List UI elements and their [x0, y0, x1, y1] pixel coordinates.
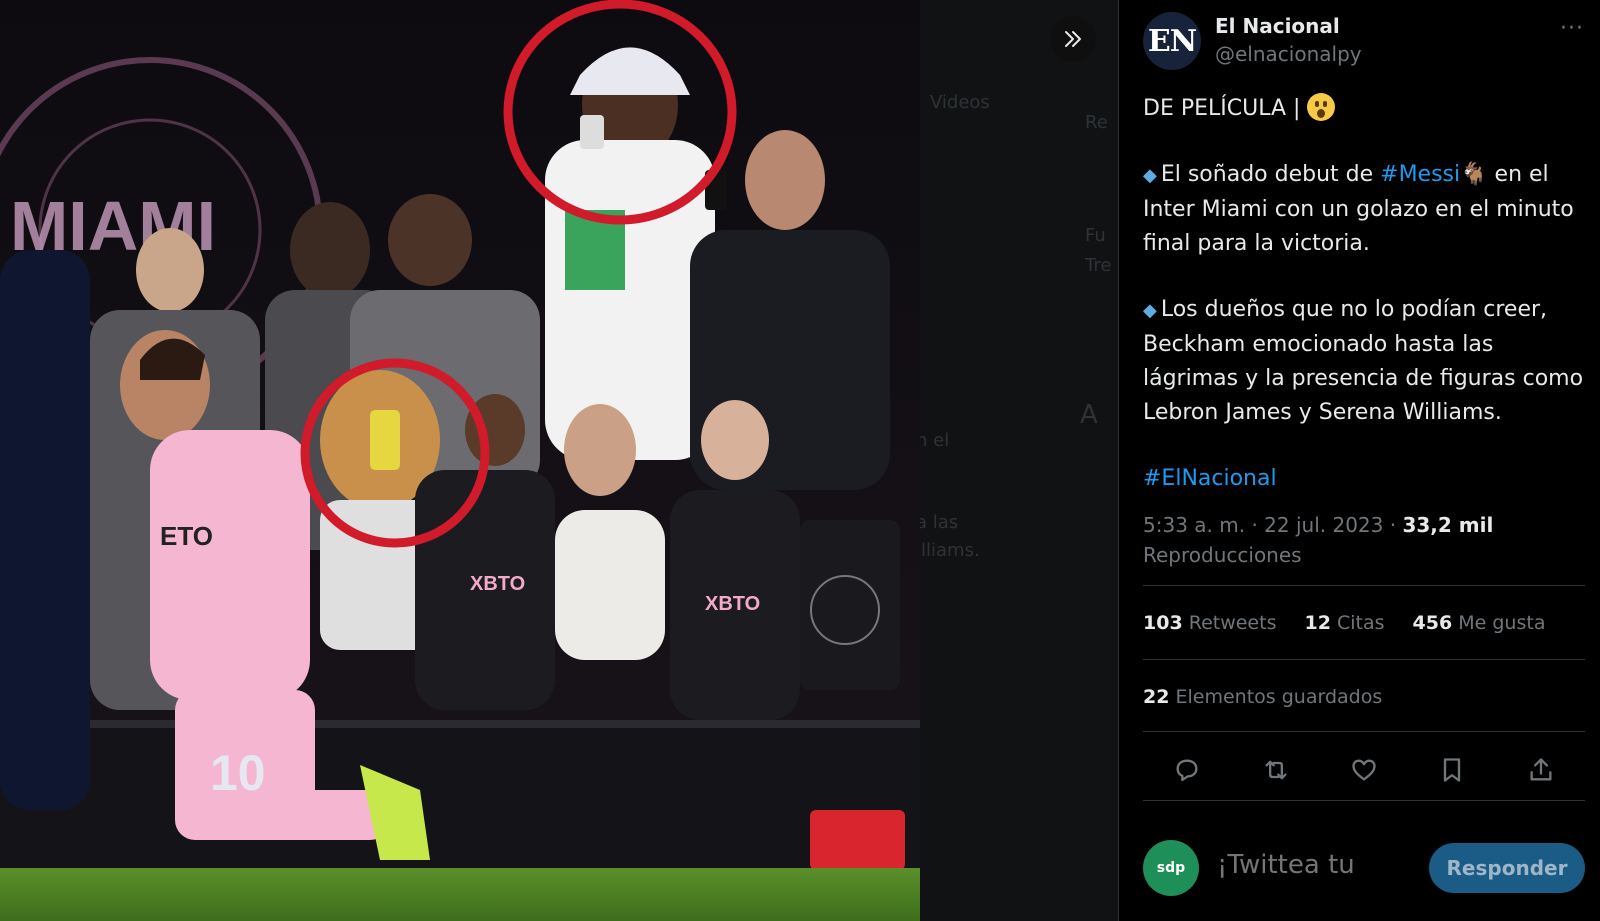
- divider: [1143, 659, 1585, 660]
- svg-text:XBTO: XBTO: [705, 593, 760, 615]
- current-user-avatar[interactable]: sdp: [1143, 840, 1199, 896]
- likes-stat[interactable]: 456 Me gusta: [1413, 612, 1546, 634]
- stadium-photo-illustration: MIAMI XBTO XBTO ETO 10: [0, 0, 920, 921]
- background-timeline-dimmed: Videos n el a las illiams. Fu Re Tre A: [920, 0, 1118, 921]
- like-button[interactable]: [1346, 752, 1382, 788]
- double-chevron-right-icon: [1065, 31, 1081, 47]
- quotes-label: Citas: [1336, 612, 1385, 634]
- ghost-text: Fu: [1085, 225, 1106, 246]
- like-icon: [1352, 759, 1376, 781]
- paragraph-2-text: Los dueños que no lo podían creer, Beckh…: [1143, 297, 1584, 425]
- saved-label: Elementos guardados: [1175, 686, 1383, 708]
- surprised-face-emoji-icon: [1307, 93, 1336, 121]
- collapse-panel-button[interactable]: [1050, 16, 1096, 62]
- reply-button[interactable]: [1169, 752, 1205, 788]
- saved-count: 22: [1143, 686, 1170, 708]
- ghost-text: A: [1080, 400, 1098, 430]
- svg-text:ETO: ETO: [160, 521, 213, 551]
- tweet-detail-panel: EN El Nacional @elnacionalpy ··· DE PELÍ…: [1118, 0, 1600, 921]
- tweet-meta: 5:33 a. m. · 22 jul. 2023 · 33,2 mil Rep…: [1143, 510, 1583, 570]
- reply-submit-button[interactable]: Responder: [1429, 843, 1585, 893]
- retweet-icon: [1265, 760, 1287, 780]
- svg-text:10: 10: [210, 745, 266, 801]
- bookmark-button[interactable]: [1434, 752, 1470, 788]
- tweet-title-line: DE PELÍCULA |: [1143, 92, 1585, 126]
- divider: [1143, 585, 1585, 586]
- share-icon: [1530, 758, 1552, 781]
- retweets-stat[interactable]: 103 Retweets: [1143, 612, 1276, 634]
- views-label: Reproducciones: [1143, 543, 1302, 567]
- tweet-actions: [1143, 752, 1585, 792]
- ghost-text: n el: [920, 430, 950, 451]
- reply-composer: sdp Responder: [1143, 838, 1585, 898]
- divider: [1143, 731, 1585, 732]
- author-avatar[interactable]: EN: [1143, 12, 1201, 70]
- likes-count: 456: [1412, 612, 1453, 634]
- blue-diamond-icon: ◆: [1143, 300, 1157, 321]
- ghost-text: a las: [920, 512, 959, 533]
- tweet-timestamp[interactable]: 5:33 a. m. · 22 jul. 2023 ·: [1143, 513, 1402, 537]
- ghost-text: Re: [1085, 112, 1108, 133]
- quotes-count: 12: [1304, 612, 1331, 634]
- share-button[interactable]: [1523, 752, 1559, 788]
- ghost-text: Videos: [930, 92, 990, 113]
- engagement-stats: 103 Retweets 12 Citas 456 Me gusta: [1143, 612, 1545, 634]
- retweets-count: 103: [1143, 612, 1183, 634]
- ghost-text: Tre: [1085, 255, 1112, 276]
- tweet-text: DE PELÍCULA | ◆ El soñado debut de #Messi…: [1143, 92, 1585, 528]
- reply-icon: [1176, 759, 1198, 782]
- tweet-paragraph-2: ◆ Los dueños que no lo podían creer, Beck…: [1143, 293, 1585, 430]
- media-viewer: MIAMI XBTO XBTO ETO 10 Videos n el a las…: [0, 0, 1118, 921]
- ghost-text: illiams.: [920, 540, 980, 561]
- tweet-title: DE PELÍCULA |: [1143, 96, 1301, 121]
- likes-label: Me gusta: [1458, 612, 1546, 634]
- hashtag-elnacional-link[interactable]: #ElNacional: [1143, 466, 1277, 491]
- tweet-photo[interactable]: MIAMI XBTO XBTO ETO 10: [0, 0, 920, 921]
- quotes-stat[interactable]: 12 Citas: [1304, 612, 1384, 634]
- bookmark-icon: [1444, 758, 1461, 782]
- retweet-button[interactable]: [1258, 752, 1294, 788]
- svg-text:XBTO: XBTO: [470, 573, 525, 595]
- paragraph-1-start: El soñado debut de: [1160, 162, 1381, 187]
- views-count: 33,2 mil: [1402, 513, 1494, 537]
- blue-diamond-icon: ◆: [1143, 165, 1157, 186]
- tweet-header: EN El Nacional @elnacionalpy ···: [1143, 10, 1584, 72]
- hashtag-messi-link[interactable]: #Messi: [1380, 162, 1460, 187]
- retweets-label: Retweets: [1188, 612, 1277, 634]
- goat-emoji-icon: 🐐: [1460, 162, 1488, 187]
- divider: [1143, 800, 1585, 801]
- more-icon[interactable]: ···: [1560, 16, 1584, 41]
- author-name[interactable]: El Nacional: [1215, 14, 1340, 38]
- bookmarks-stat[interactable]: 22 Elementos guardados: [1143, 686, 1382, 708]
- author-handle[interactable]: @elnacionalpy: [1215, 42, 1362, 66]
- reply-input[interactable]: [1217, 850, 1417, 880]
- tweet-paragraph-1: ◆ El soñado debut de #Messi🐐 en el Inter …: [1143, 158, 1585, 261]
- tweet-hashtag-line: #ElNacional: [1143, 462, 1585, 496]
